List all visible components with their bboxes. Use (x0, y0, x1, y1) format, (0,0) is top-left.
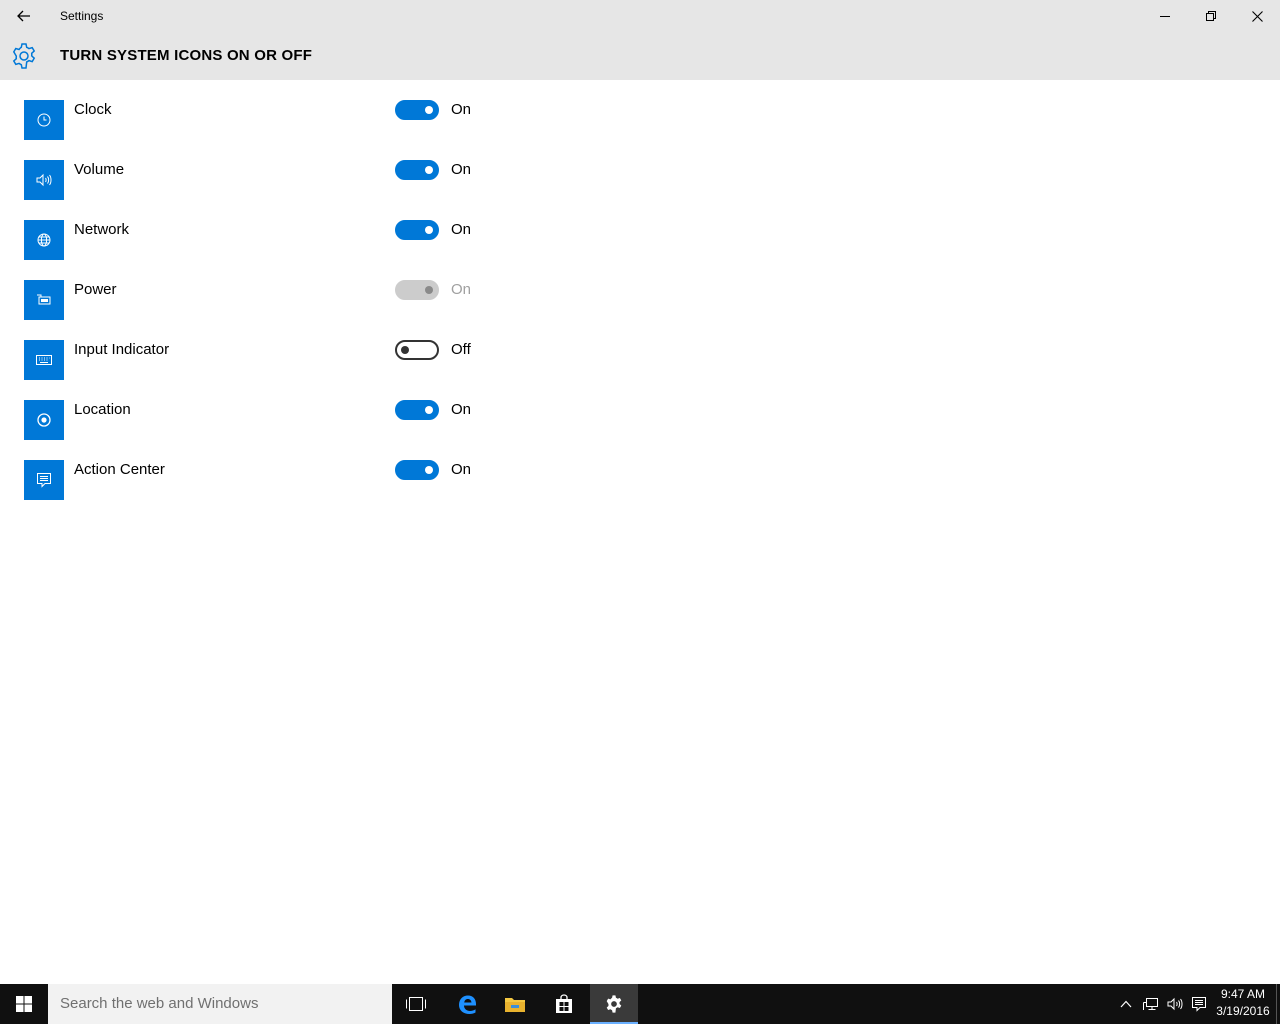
action-center-toggle[interactable] (395, 460, 439, 480)
tray-action-center-button[interactable] (1187, 984, 1211, 1024)
taskbar: Search the web and Windows 9:47 AM 3/19/… (0, 984, 1280, 1024)
setting-row-input-indicator: Input Indicator Off (24, 340, 624, 380)
clock-icon (37, 113, 51, 127)
battery-icon (37, 294, 51, 305)
setting-row-clock: Clock On (24, 100, 624, 140)
back-arrow-icon (17, 10, 30, 22)
page-title: TURN SYSTEM ICONS ON OR OFF (60, 47, 313, 64)
minimize-button[interactable] (1142, 0, 1188, 32)
close-icon (1251, 10, 1263, 22)
clock-tile (24, 100, 64, 140)
windows-logo-icon (16, 996, 32, 1012)
show-desktop-button[interactable] (1276, 984, 1280, 1024)
network-tile (24, 220, 64, 260)
clock-toggle[interactable] (395, 100, 439, 120)
volume-state-label: On (451, 161, 472, 178)
show-hidden-icons-button[interactable] (1114, 984, 1138, 1024)
tray-volume-button[interactable] (1163, 984, 1187, 1024)
setting-row-volume: Volume On (24, 160, 624, 200)
power-tile (24, 280, 64, 320)
edge-icon (459, 995, 476, 1014)
setting-label-volume: Volume (74, 161, 125, 178)
network-globe-icon (37, 233, 51, 247)
power-toggle (395, 280, 439, 300)
maximize-icon (1206, 11, 1216, 21)
minimize-icon (1160, 16, 1170, 17)
restore-button[interactable] (1188, 0, 1234, 32)
location-state-label: On (451, 401, 472, 418)
store-button[interactable] (540, 984, 588, 1024)
setting-label-location: Location (74, 401, 131, 418)
setting-label-power: Power (74, 281, 117, 298)
network-state-label: On (451, 221, 472, 238)
gear-icon (12, 43, 36, 69)
settings-taskbar-button[interactable] (590, 984, 638, 1024)
tray-network-button[interactable] (1139, 984, 1163, 1024)
taskbar-clock[interactable]: 9:47 AM 3/19/2016 (1212, 986, 1274, 1020)
file-explorer-icon (505, 998, 525, 1012)
page-header: TURN SYSTEM ICONS ON OR OFF (0, 32, 1280, 80)
action-center-tile (24, 460, 64, 500)
title-bar: Settings (0, 0, 1280, 32)
setting-label-clock: Clock (74, 101, 112, 118)
clock-state-label: On (451, 101, 472, 118)
location-toggle[interactable] (395, 400, 439, 420)
chevron-up-icon (1120, 1000, 1132, 1008)
setting-label-input-indicator: Input Indicator (74, 341, 170, 358)
input-indicator-tile (24, 340, 64, 380)
volume-toggle[interactable] (395, 160, 439, 180)
clock-date: 3/19/2016 (1216, 1004, 1270, 1018)
location-tile (24, 400, 64, 440)
input-indicator-toggle[interactable] (395, 340, 439, 360)
edge-button[interactable] (443, 984, 491, 1024)
action-center-icon (37, 473, 51, 488)
app-title: Settings (60, 9, 104, 23)
setting-label-action-center: Action Center (74, 461, 165, 478)
power-state-label: On (451, 281, 472, 298)
search-input[interactable]: Search the web and Windows (48, 984, 392, 1024)
volume-icon (1167, 997, 1183, 1011)
keyboard-icon (36, 355, 52, 365)
network-icon (1143, 998, 1158, 1010)
input-indicator-state-label: Off (451, 341, 471, 358)
file-explorer-button[interactable] (491, 984, 539, 1024)
setting-row-location: Location On (24, 400, 624, 440)
start-button[interactable] (0, 984, 48, 1024)
task-view-button[interactable] (392, 984, 440, 1024)
action-center-state-label: On (451, 461, 472, 478)
volume-tile (24, 160, 64, 200)
back-button[interactable] (0, 0, 48, 32)
settings-gear-icon (606, 995, 622, 1013)
setting-label-network: Network (74, 221, 130, 238)
volume-icon (36, 173, 52, 187)
close-button[interactable] (1234, 0, 1280, 32)
clock-time: 9:47 AM (1220, 987, 1266, 1001)
setting-row-network: Network On (24, 220, 624, 260)
setting-row-power: Power On (24, 280, 624, 320)
location-icon (37, 413, 51, 427)
task-view-icon (406, 997, 426, 1011)
network-toggle[interactable] (395, 220, 439, 240)
setting-row-action-center: Action Center On (24, 460, 624, 500)
action-center-icon (1192, 997, 1206, 1012)
store-icon (556, 994, 572, 1013)
